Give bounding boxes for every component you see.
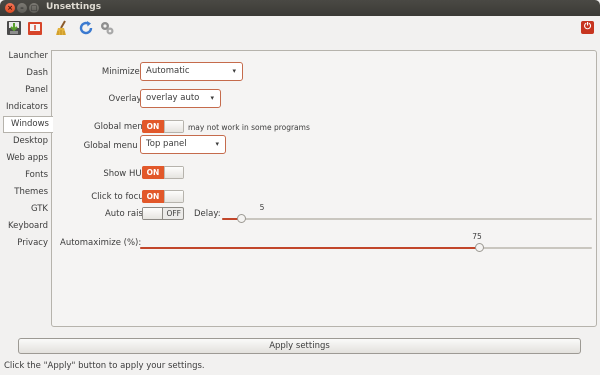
auto-raise-state: OFF bbox=[166, 209, 181, 218]
sidebar-item-windows[interactable]: Windows bbox=[3, 116, 53, 133]
chevron-down-icon: ▾ bbox=[210, 94, 214, 102]
slider-track bbox=[222, 218, 592, 220]
open-icon[interactable] bbox=[26, 19, 44, 37]
power-icon[interactable]: ⏻ bbox=[581, 21, 594, 34]
save-icon[interactable] bbox=[5, 19, 23, 37]
sidebar-item-panel[interactable]: Panel bbox=[3, 82, 52, 99]
gears-icon[interactable] bbox=[98, 19, 116, 37]
delay-value: 5 bbox=[259, 203, 265, 212]
show-hud-state: ON bbox=[142, 166, 164, 179]
global-menu-state: ON bbox=[142, 120, 164, 133]
global-menu-in-value: Top panel bbox=[146, 139, 187, 149]
overlay-scrollbars-select[interactable]: overlay auto ▾ bbox=[140, 89, 221, 108]
slider-handle[interactable] bbox=[475, 243, 484, 252]
sidebar-item-gtk[interactable]: GTK bbox=[3, 201, 52, 218]
toggle-knob bbox=[143, 208, 163, 219]
delay-label: Delay: bbox=[194, 209, 221, 219]
click-to-focus-toggle[interactable]: ON bbox=[142, 190, 184, 203]
click-to-focus-state: ON bbox=[142, 190, 164, 203]
toolbar: ⏻ bbox=[0, 16, 600, 40]
global-menu-toggle[interactable]: ON bbox=[142, 120, 184, 133]
sidebar-item-themes[interactable]: Themes bbox=[3, 184, 52, 201]
refresh-icon[interactable] bbox=[77, 19, 95, 37]
delay-slider[interactable] bbox=[222, 213, 592, 225]
window-title: Unsettings bbox=[46, 2, 102, 12]
chevron-down-icon: ▾ bbox=[232, 67, 236, 75]
windows-settings-panel: Minimize animation: Automatic ▾ Overlay … bbox=[51, 50, 597, 327]
chevron-down-icon: ▾ bbox=[215, 140, 219, 148]
show-hud-toggle[interactable]: ON bbox=[142, 166, 184, 179]
automaximize-label: Automaximize (%): bbox=[60, 238, 142, 248]
status-bar-text: Click the "Apply" button to apply your s… bbox=[4, 361, 205, 371]
sidebar-item-dash[interactable]: Dash bbox=[3, 65, 52, 82]
sidebar-item-web-apps[interactable]: Web apps bbox=[3, 150, 52, 167]
slider-fill bbox=[140, 247, 479, 249]
window-maximize-button[interactable]: □ bbox=[29, 3, 39, 13]
minimize-animation-value: Automatic bbox=[146, 66, 190, 76]
window-close-button[interactable]: × bbox=[5, 3, 15, 13]
overlay-scrollbars-value: overlay auto bbox=[146, 93, 200, 103]
title-bar: × – □ Unsettings bbox=[0, 0, 600, 16]
global-menu-note: may not work in some programs bbox=[188, 123, 310, 132]
sidebar-item-indicators[interactable]: Indicators bbox=[3, 99, 52, 116]
sidebar-item-launcher[interactable]: Launcher bbox=[3, 48, 52, 65]
broom-icon[interactable] bbox=[53, 19, 71, 37]
toggle-knob bbox=[164, 121, 183, 132]
automaximize-slider[interactable] bbox=[140, 242, 592, 254]
auto-raise-toggle[interactable]: OFF bbox=[142, 207, 184, 220]
sidebar-item-keyboard[interactable]: Keyboard bbox=[3, 218, 52, 235]
automaximize-value: 75 bbox=[472, 232, 482, 241]
sidebar-item-fonts[interactable]: Fonts bbox=[3, 167, 52, 184]
global-menu-in-select[interactable]: Top panel ▾ bbox=[140, 135, 226, 154]
sidebar-item-desktop[interactable]: Desktop bbox=[3, 133, 52, 150]
sidebar: Launcher Dash Panel Indicators Windows D… bbox=[3, 48, 53, 252]
slider-handle[interactable] bbox=[236, 214, 246, 223]
minimize-animation-select[interactable]: Automatic ▾ bbox=[140, 62, 243, 81]
sidebar-item-privacy[interactable]: Privacy bbox=[3, 235, 52, 252]
toggle-knob bbox=[164, 191, 183, 202]
window-minimize-button[interactable]: – bbox=[17, 3, 27, 13]
toggle-knob bbox=[164, 167, 183, 178]
apply-settings-button[interactable]: Apply settings bbox=[18, 338, 581, 354]
